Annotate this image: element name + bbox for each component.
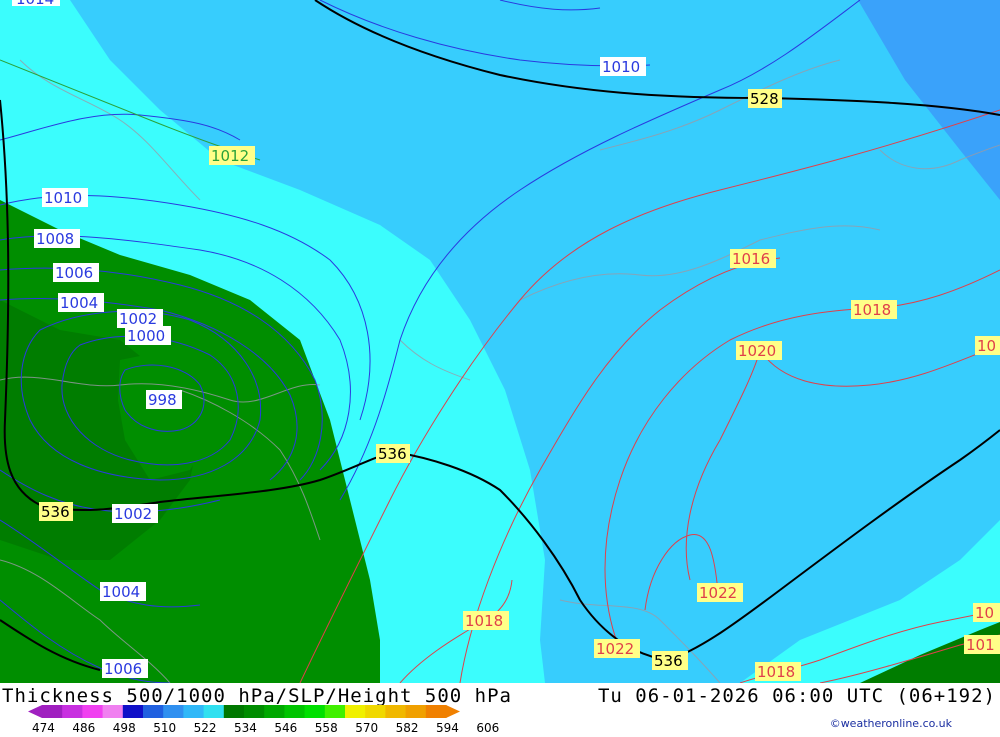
slp-label-1018-south: 1018 [465,612,503,630]
slp-label-1004: 1004 [60,294,98,312]
height-label-528: 528 [750,90,779,108]
slp-label-998: 998 [148,391,177,409]
slp-label-1022-east: 1022 [699,584,737,602]
slp-label-1018-se: 1018 [757,663,795,681]
legend-swatch [385,705,407,718]
slp-label-1008: 1008 [36,230,74,248]
slp-label-1010: 1010 [44,189,82,207]
legend-swatch [365,705,386,718]
legend-swatch [102,705,124,718]
legend-swatch [244,705,265,718]
legend-swatch [264,705,285,718]
slp-label-1002-south: 1002 [114,505,152,523]
slp-label-1020: 1020 [738,342,776,360]
legend-swatch [163,705,184,718]
legend-swatch [223,705,245,718]
height-label-536-south: 536 [654,652,683,670]
legend-swatch [284,705,306,718]
map-footer: Thickness 500/1000 hPa/SLP/Height 500 hP… [0,683,1000,735]
legend-swatch [324,705,346,718]
legend-swatch [304,705,326,718]
legend-swatch [203,705,225,718]
legend-swatch [425,705,447,718]
legend-swatch [143,705,164,718]
legend-swatch [183,705,205,718]
legend-swatch [122,705,144,718]
map-title: Thickness 500/1000 hPa/SLP/Height 500 hP… [2,685,512,707]
forecast-datetime: Tu 06-01-2026 06:00 UTC (06+192) [597,685,996,707]
legend-swatch [345,705,366,718]
slp-label-1004-south: 1004 [102,583,140,601]
slp-label-1018-east: 1018 [853,301,891,319]
slp-label-1006-south: 1006 [104,660,142,678]
slp-label-edge-se-2: 101 [966,636,995,654]
slp-label-edge-se: 10 [975,604,994,622]
slp-label-1010-north: 1010 [602,58,640,76]
legend-swatch [62,705,83,718]
credit-link[interactable]: ©weatheronline.co.uk [830,717,952,730]
legend-arrow-left [28,705,42,718]
height-label-536-west: 536 [41,503,70,521]
slp-label-1000: 1000 [127,327,165,345]
slp-label-1002: 1002 [119,310,157,328]
height-label-536-center: 536 [378,445,407,463]
slp-label-1016: 1016 [732,250,770,268]
color-legend: 474 486 498 510 522 534 546 558 570 582 594 606 [28,705,499,735]
slp-label-top: 1014 [16,0,54,8]
slp-label-1012: 1012 [211,147,249,165]
slp-label-1006: 1006 [55,264,93,282]
weather-map: 1014 1010 528 1012 1010 1008 1006 1004 1… [0,0,1000,684]
legend-arrow-right [446,705,460,718]
legend-swatch [82,705,104,718]
slp-label-edge-east: 10 [977,337,996,355]
legend-swatch [405,705,427,718]
legend-swatch [42,705,63,718]
slp-label-1022-south: 1022 [596,640,634,658]
